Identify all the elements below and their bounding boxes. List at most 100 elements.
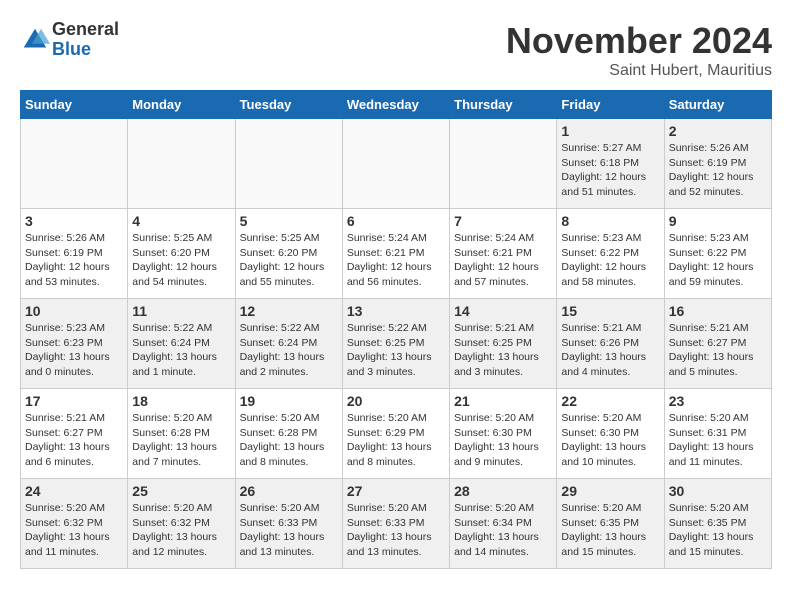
calendar-cell: 17Sunrise: 5:21 AM Sunset: 6:27 PM Dayli… — [21, 389, 128, 479]
calendar-cell: 1 Sunrise: 5:27 AM Sunset: 6:18 PM Daylig… — [557, 119, 664, 209]
calendar-cell: 12 Sunrise: 5:22 AM Sunset: 6:24 PM Dayli… — [235, 299, 342, 389]
month-title: November 2024 — [506, 20, 772, 62]
day-info: Sunrise: 5:20 AM Sunset: 6:30 PM Dayligh… — [454, 411, 552, 470]
calendar-cell: 21 Sunrise: 5:20 AM Sunset: 6:30 PM Dayli… — [450, 389, 557, 479]
day-number: 13 — [347, 303, 445, 319]
calendar-cell: 24 Sunrise: 5:20 AM Sunset: 6:32 PM Dayli… — [21, 479, 128, 569]
day-number: 7 — [454, 213, 552, 229]
day-info: Sunrise: 5:20 AM Sunset: 6:28 PM Dayligh… — [240, 411, 338, 470]
calendar-week-row: 17Sunrise: 5:21 AM Sunset: 6:27 PM Dayli… — [21, 389, 772, 479]
calendar-cell: 2 Sunrise: 5:26 AM Sunset: 6:19 PM Daylig… — [664, 119, 771, 209]
day-number: 19 — [240, 393, 338, 409]
day-info: Sunrise: 5:23 AM Sunset: 6:23 PM Dayligh… — [25, 321, 123, 380]
day-info: Sunrise: 5:26 AM Sunset: 6:19 PM Dayligh… — [669, 141, 767, 200]
location-subtitle: Saint Hubert, Mauritius — [506, 62, 772, 80]
day-info: Sunrise: 5:21 AM Sunset: 6:25 PM Dayligh… — [454, 321, 552, 380]
day-number: 15 — [561, 303, 659, 319]
calendar-table: SundayMondayTuesdayWednesdayThursdayFrid… — [20, 90, 772, 569]
logo-icon — [20, 25, 50, 55]
day-info: Sunrise: 5:20 AM Sunset: 6:33 PM Dayligh… — [347, 501, 445, 560]
day-info: Sunrise: 5:23 AM Sunset: 6:22 PM Dayligh… — [561, 231, 659, 290]
day-info: Sunrise: 5:20 AM Sunset: 6:28 PM Dayligh… — [132, 411, 230, 470]
weekday-header: Tuesday — [235, 91, 342, 119]
day-number: 14 — [454, 303, 552, 319]
calendar-cell: 22Sunrise: 5:20 AM Sunset: 6:30 PM Dayli… — [557, 389, 664, 479]
calendar-week-row: 3 Sunrise: 5:26 AM Sunset: 6:19 PM Daylig… — [21, 209, 772, 299]
day-number: 20 — [347, 393, 445, 409]
weekday-header: Friday — [557, 91, 664, 119]
day-number: 27 — [347, 483, 445, 499]
calendar-cell: 20Sunrise: 5:20 AM Sunset: 6:29 PM Dayli… — [342, 389, 449, 479]
day-number: 10 — [25, 303, 123, 319]
day-info: Sunrise: 5:26 AM Sunset: 6:19 PM Dayligh… — [25, 231, 123, 290]
calendar-cell: 4 Sunrise: 5:25 AM Sunset: 6:20 PM Daylig… — [128, 209, 235, 299]
day-number: 6 — [347, 213, 445, 229]
weekday-header: Saturday — [664, 91, 771, 119]
day-number: 5 — [240, 213, 338, 229]
calendar-cell: 10 Sunrise: 5:23 AM Sunset: 6:23 PM Dayli… — [21, 299, 128, 389]
calendar-week-row: 1 Sunrise: 5:27 AM Sunset: 6:18 PM Daylig… — [21, 119, 772, 209]
calendar-cell — [450, 119, 557, 209]
day-info: Sunrise: 5:20 AM Sunset: 6:34 PM Dayligh… — [454, 501, 552, 560]
day-info: Sunrise: 5:22 AM Sunset: 6:24 PM Dayligh… — [132, 321, 230, 380]
day-info: Sunrise: 5:20 AM Sunset: 6:33 PM Dayligh… — [240, 501, 338, 560]
day-info: Sunrise: 5:22 AM Sunset: 6:25 PM Dayligh… — [347, 321, 445, 380]
day-number: 8 — [561, 213, 659, 229]
calendar-cell: 3 Sunrise: 5:26 AM Sunset: 6:19 PM Daylig… — [21, 209, 128, 299]
day-number: 24 — [25, 483, 123, 499]
day-number: 9 — [669, 213, 767, 229]
calendar-cell: 13 Sunrise: 5:22 AM Sunset: 6:25 PM Dayli… — [342, 299, 449, 389]
day-info: Sunrise: 5:20 AM Sunset: 6:31 PM Dayligh… — [669, 411, 767, 470]
calendar-cell: 26 Sunrise: 5:20 AM Sunset: 6:33 PM Dayli… — [235, 479, 342, 569]
calendar-cell: 14 Sunrise: 5:21 AM Sunset: 6:25 PM Dayli… — [450, 299, 557, 389]
day-info: Sunrise: 5:27 AM Sunset: 6:18 PM Dayligh… — [561, 141, 659, 200]
calendar-cell — [128, 119, 235, 209]
weekday-header: Monday — [128, 91, 235, 119]
calendar-cell: 9Sunrise: 5:23 AM Sunset: 6:22 PM Daylig… — [664, 209, 771, 299]
day-number: 4 — [132, 213, 230, 229]
day-info: Sunrise: 5:22 AM Sunset: 6:24 PM Dayligh… — [240, 321, 338, 380]
calendar-cell: 29Sunrise: 5:20 AM Sunset: 6:35 PM Dayli… — [557, 479, 664, 569]
day-number: 2 — [669, 123, 767, 139]
calendar-cell: 30 Sunrise: 5:20 AM Sunset: 6:35 PM Dayli… — [664, 479, 771, 569]
day-info: Sunrise: 5:21 AM Sunset: 6:26 PM Dayligh… — [561, 321, 659, 380]
calendar-cell — [342, 119, 449, 209]
calendar-cell: 15 Sunrise: 5:21 AM Sunset: 6:26 PM Dayli… — [557, 299, 664, 389]
day-number: 1 — [561, 123, 659, 139]
day-number: 21 — [454, 393, 552, 409]
day-number: 28 — [454, 483, 552, 499]
calendar-cell: 11Sunrise: 5:22 AM Sunset: 6:24 PM Dayli… — [128, 299, 235, 389]
day-number: 22 — [561, 393, 659, 409]
calendar-cell: 19 Sunrise: 5:20 AM Sunset: 6:28 PM Dayli… — [235, 389, 342, 479]
weekday-header: Sunday — [21, 91, 128, 119]
day-info: Sunrise: 5:25 AM Sunset: 6:20 PM Dayligh… — [132, 231, 230, 290]
day-info: Sunrise: 5:20 AM Sunset: 6:32 PM Dayligh… — [25, 501, 123, 560]
calendar-cell: 7 Sunrise: 5:24 AM Sunset: 6:21 PM Daylig… — [450, 209, 557, 299]
calendar-cell: 16 Sunrise: 5:21 AM Sunset: 6:27 PM Dayli… — [664, 299, 771, 389]
day-number: 29 — [561, 483, 659, 499]
day-info: Sunrise: 5:20 AM Sunset: 6:32 PM Dayligh… — [132, 501, 230, 560]
calendar-cell — [235, 119, 342, 209]
day-info: Sunrise: 5:25 AM Sunset: 6:20 PM Dayligh… — [240, 231, 338, 290]
day-number: 12 — [240, 303, 338, 319]
calendar-cell: 27 Sunrise: 5:20 AM Sunset: 6:33 PM Dayli… — [342, 479, 449, 569]
day-info: Sunrise: 5:20 AM Sunset: 6:35 PM Dayligh… — [669, 501, 767, 560]
day-number: 25 — [132, 483, 230, 499]
calendar-cell: 25 Sunrise: 5:20 AM Sunset: 6:32 PM Dayli… — [128, 479, 235, 569]
logo-general: General — [52, 20, 119, 40]
day-number: 3 — [25, 213, 123, 229]
calendar-cell: 18Sunrise: 5:20 AM Sunset: 6:28 PM Dayli… — [128, 389, 235, 479]
day-number: 26 — [240, 483, 338, 499]
day-info: Sunrise: 5:21 AM Sunset: 6:27 PM Dayligh… — [25, 411, 123, 470]
calendar-cell: 8 Sunrise: 5:23 AM Sunset: 6:22 PM Daylig… — [557, 209, 664, 299]
day-number: 30 — [669, 483, 767, 499]
calendar-week-row: 24 Sunrise: 5:20 AM Sunset: 6:32 PM Dayli… — [21, 479, 772, 569]
calendar-cell: 6Sunrise: 5:24 AM Sunset: 6:21 PM Daylig… — [342, 209, 449, 299]
day-info: Sunrise: 5:21 AM Sunset: 6:27 PM Dayligh… — [669, 321, 767, 380]
day-number: 16 — [669, 303, 767, 319]
logo: General Blue — [20, 20, 119, 60]
day-info: Sunrise: 5:24 AM Sunset: 6:21 PM Dayligh… — [454, 231, 552, 290]
calendar-week-row: 10 Sunrise: 5:23 AM Sunset: 6:23 PM Dayli… — [21, 299, 772, 389]
weekday-header: Thursday — [450, 91, 557, 119]
logo-blue: Blue — [52, 40, 119, 60]
